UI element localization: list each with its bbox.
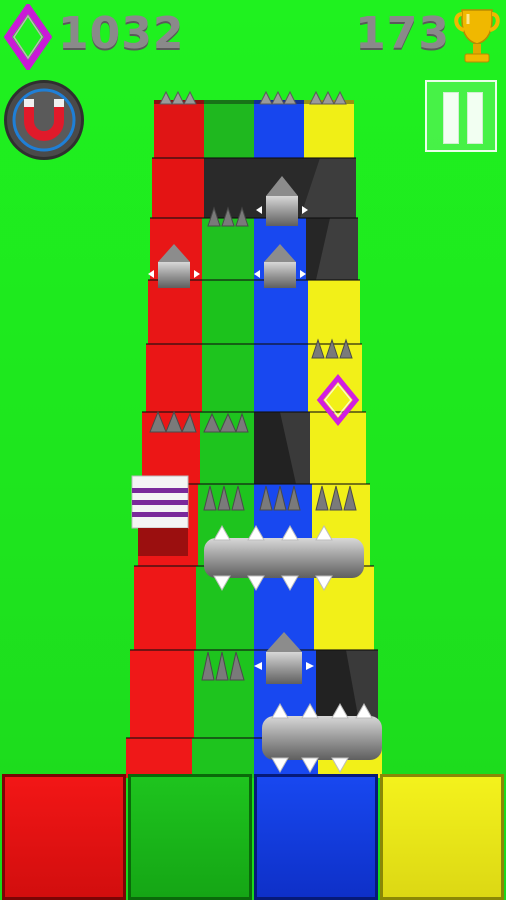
magnet-icon bbox=[12, 88, 76, 152]
magnet-button[interactable] bbox=[4, 80, 84, 160]
player-cube bbox=[131, 475, 189, 556]
lane-button-yellow[interactable] bbox=[380, 774, 504, 900]
pause-button[interactable] bbox=[425, 80, 497, 152]
lane-button-green[interactable] bbox=[128, 774, 252, 900]
game-stage[interactable]: 1032 173 bbox=[0, 0, 506, 900]
gem-icon bbox=[3, 1, 53, 73]
best-score: 173 bbox=[355, 8, 450, 59]
lane-button-red[interactable] bbox=[2, 774, 126, 900]
step-4 bbox=[148, 280, 360, 344]
pause-icon bbox=[443, 92, 459, 144]
step-top bbox=[154, 100, 354, 158]
pause-icon bbox=[467, 92, 483, 144]
trophy-icon bbox=[454, 6, 500, 66]
gem-count: 1032 bbox=[58, 8, 185, 59]
step-2 bbox=[152, 158, 356, 218]
lane-button-blue[interactable] bbox=[254, 774, 378, 900]
